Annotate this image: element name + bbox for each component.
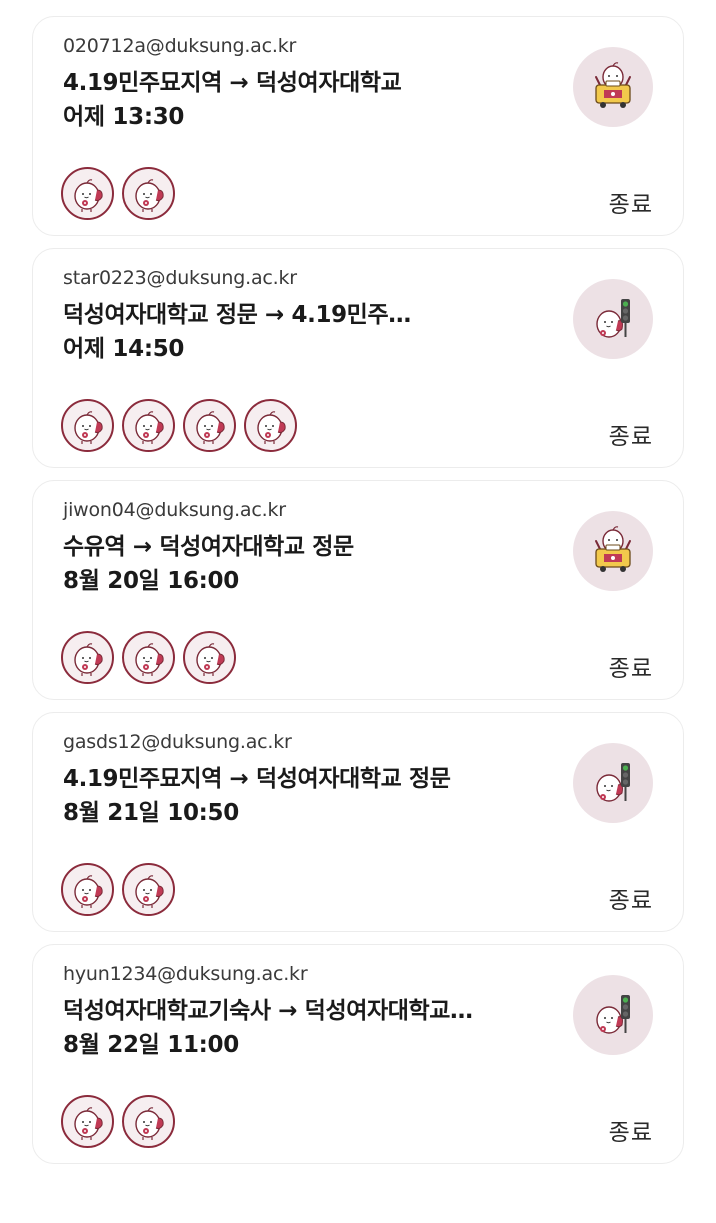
member-avatars (61, 1095, 175, 1148)
ride-host-email: jiwon04@duksung.ac.kr (63, 499, 286, 521)
member-avatar (122, 631, 175, 684)
member-avatar (61, 863, 114, 916)
ride-route: 4.19민주묘지역 → 덕성여자대학교 정문 (63, 766, 451, 792)
member-avatar (61, 1095, 114, 1148)
ride-card[interactable]: gasds12@duksung.ac.kr 4.19민주묘지역 → 덕성여자대학… (32, 712, 684, 932)
ride-route: 4.19민주묘지역 → 덕성여자대학교 (63, 70, 402, 96)
ride-time: 어제 14:50 (63, 336, 185, 362)
ride-card[interactable]: hyun1234@duksung.ac.kr 덕성여자대학교기숙사 → 덕성여자… (32, 944, 684, 1164)
member-avatar (183, 399, 236, 452)
member-avatar (61, 167, 114, 220)
status-label: 종료 (608, 888, 653, 914)
ride-time: 8월 21일 10:50 (63, 800, 239, 826)
status-label: 종료 (608, 192, 653, 218)
ride-card[interactable]: star0223@duksung.ac.kr 덕성여자대학교 정문 → 4.19… (32, 248, 684, 468)
member-avatar (122, 399, 175, 452)
ride-card[interactable]: 020712a@duksung.ac.kr 4.19민주묘지역 → 덕성여자대학… (32, 16, 684, 236)
member-avatar (122, 167, 175, 220)
member-avatar (244, 399, 297, 452)
ride-route: 수유역 → 덕성여자대학교 정문 (63, 534, 354, 560)
ride-card[interactable]: jiwon04@duksung.ac.kr 수유역 → 덕성여자대학교 정문 8… (32, 480, 684, 700)
ride-host-email: hyun1234@duksung.ac.kr (63, 963, 308, 985)
taxi-icon (573, 511, 653, 591)
ride-time: 어제 13:30 (63, 104, 185, 130)
member-avatars (61, 631, 236, 684)
member-avatar (61, 399, 114, 452)
status-label: 종료 (608, 656, 653, 682)
member-avatars (61, 863, 175, 916)
member-avatar (122, 863, 175, 916)
traffic-light-icon (573, 279, 653, 359)
ride-time: 8월 20일 16:00 (63, 568, 239, 594)
traffic-light-icon (573, 743, 653, 823)
ride-route: 덕성여자대학교 정문 → 4.19민주… (63, 302, 411, 328)
ride-time: 8월 22일 11:00 (63, 1032, 239, 1058)
status-label: 종료 (608, 1120, 653, 1146)
member-avatars (61, 399, 297, 452)
ride-route: 덕성여자대학교기숙사 → 덕성여자대학교… (63, 998, 473, 1024)
taxi-icon (573, 47, 653, 127)
ride-host-email: 020712a@duksung.ac.kr (63, 35, 297, 57)
member-avatar (183, 631, 236, 684)
member-avatars (61, 167, 175, 220)
status-label: 종료 (608, 424, 653, 450)
member-avatar (61, 631, 114, 684)
ride-host-email: gasds12@duksung.ac.kr (63, 731, 292, 753)
ride-host-email: star0223@duksung.ac.kr (63, 267, 297, 289)
member-avatar (122, 1095, 175, 1148)
traffic-light-icon (573, 975, 653, 1055)
